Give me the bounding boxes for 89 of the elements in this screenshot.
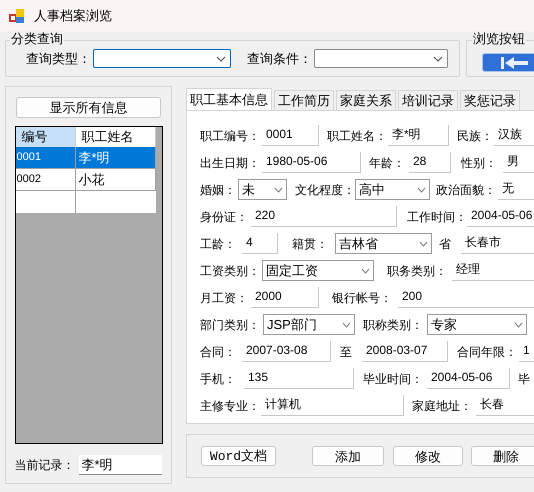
field-label: 当前记录：	[14, 457, 76, 474]
table-row[interactable]: 0001 李*明	[16, 147, 156, 169]
field-label: 职工编号：	[200, 128, 261, 144]
field-label: 工资类别：	[200, 262, 261, 280]
field-label: 合同年限：	[457, 344, 518, 360]
field-label: 工龄：	[200, 236, 237, 252]
input-field[interactable]: 无	[498, 179, 534, 200]
tab[interactable]: 职工基本信息	[186, 88, 272, 110]
dropdown[interactable]	[314, 49, 448, 68]
input-field[interactable]: 2004-05-06	[427, 368, 510, 389]
input-field[interactable]: 汉族	[494, 125, 534, 146]
field-label: 文化程度：	[295, 182, 355, 198]
input-field[interactable]: 李*明	[78, 455, 162, 475]
field-label: 性别：	[461, 154, 498, 172]
chevron-down-icon	[274, 186, 283, 192]
input-field[interactable]: 经理	[452, 260, 534, 281]
field-label: 婚姻：	[200, 182, 237, 198]
dropdown[interactable]: 吉林省	[335, 233, 432, 254]
action-button[interactable]: 修改	[393, 446, 463, 466]
window-title: 人事档案浏览	[34, 7, 112, 26]
field-label: 主修专业：	[200, 398, 261, 414]
field-label: 部门类别：	[200, 316, 261, 334]
field-label: 出生日期：	[200, 154, 261, 172]
show-all-button[interactable]: 显示所有信息	[16, 97, 161, 118]
chevron-down-icon	[419, 240, 428, 246]
tab[interactable]: 奖惩记录	[460, 90, 520, 110]
input-field[interactable]: 1	[519, 341, 534, 362]
input-field[interactable]: 2000	[251, 287, 319, 308]
field-label: 月工资：	[200, 290, 249, 306]
field-label: 毕业时间：	[363, 370, 424, 388]
input-field[interactable]: 0001	[262, 125, 319, 146]
table-row[interactable]: 0002 小花	[16, 169, 156, 191]
dropdown[interactable]: 高中	[355, 179, 430, 200]
field-label: 身份证：	[200, 208, 249, 226]
action-button[interactable]: 删除	[471, 446, 534, 466]
input-field[interactable]: 长春市	[461, 233, 534, 254]
dropdown[interactable]: 未	[238, 179, 287, 200]
input-field[interactable]: 长春	[476, 395, 534, 416]
field-label: 毕	[518, 370, 531, 388]
input-field[interactable]: 28	[409, 152, 451, 173]
field-label: 手机：	[200, 370, 237, 388]
input-field[interactable]: 李*明	[388, 125, 449, 146]
dropdown[interactable]: JSP部门	[263, 314, 355, 335]
field-label: 工作时间：	[407, 208, 467, 226]
input-field[interactable]: 2007-03-08	[242, 341, 331, 362]
input-field[interactable]: 200	[398, 287, 534, 308]
column-header[interactable]: 编号	[16, 127, 76, 147]
input-field[interactable]: 男	[503, 152, 534, 173]
field-label: 至	[340, 344, 353, 360]
chevron-down-icon	[361, 268, 370, 274]
column-header[interactable]: 职工姓名	[76, 127, 156, 147]
input-field[interactable]: 220	[251, 206, 397, 227]
input-field[interactable]: 计算机	[261, 395, 404, 416]
group-title: 分类查询	[10, 31, 64, 47]
field-label: 职务类别：	[387, 262, 448, 280]
skip-back-icon	[501, 56, 529, 70]
tab[interactable]: 培训记录	[398, 90, 458, 110]
field-label: 职工姓名：	[327, 128, 388, 144]
chevron-down-icon	[216, 56, 226, 62]
dropdown[interactable]: 专家	[427, 314, 527, 335]
field-label: 家庭地址：	[412, 398, 473, 414]
chevron-down-icon	[514, 322, 523, 328]
field-label: 年龄：	[369, 154, 406, 172]
tab[interactable]: 家庭关系	[336, 90, 396, 110]
field-label: 银行帐号：	[332, 290, 393, 306]
field-label: 职称类别：	[363, 316, 424, 334]
field-label: 政治面貌：	[436, 182, 497, 198]
group-title: 浏览按钮	[472, 31, 526, 47]
input-field[interactable]: 2008-03-07	[362, 341, 448, 362]
chevron-down-icon	[433, 56, 443, 62]
action-button[interactable]: 添加	[312, 446, 384, 466]
field-label: 查询条件：	[247, 50, 313, 68]
field-label: 省	[439, 236, 452, 252]
action-button[interactable]: Word文档	[201, 446, 276, 466]
app-icon	[9, 8, 25, 24]
dropdown[interactable]	[93, 49, 231, 68]
input-field[interactable]: 2004-05-06	[467, 206, 534, 227]
field-label: 民族：	[457, 128, 494, 144]
field-label: 籍贯：	[292, 236, 329, 252]
first-record-button[interactable]	[482, 53, 534, 72]
chevron-down-icon	[342, 322, 351, 328]
dropdown[interactable]: 固定工资	[262, 260, 374, 281]
input-field[interactable]: 135	[244, 368, 354, 389]
tab[interactable]: 工作简历	[274, 90, 334, 110]
field-label: 查询类型：	[26, 50, 92, 68]
input-field[interactable]: 4	[242, 233, 278, 254]
input-field[interactable]: 1980-05-06	[262, 152, 361, 173]
field-label: 合同：	[200, 344, 237, 360]
chevron-down-icon	[417, 186, 426, 192]
